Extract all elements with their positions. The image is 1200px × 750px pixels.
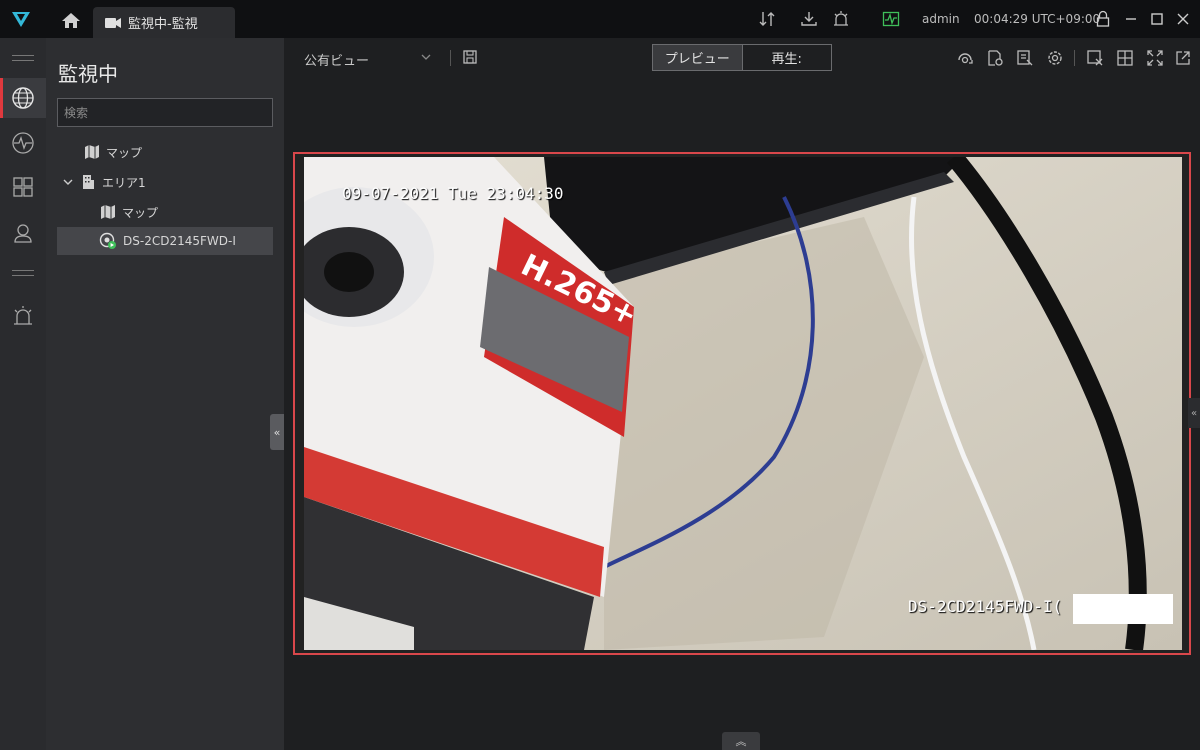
osd-datetime: 09-07-2021 Tue 23:04:30 — [342, 184, 564, 203]
camera-feed-image: H.265+ — [304, 157, 1182, 650]
ptz-icon[interactable] — [956, 49, 974, 67]
tab-playback[interactable]: 再生: — [743, 45, 832, 70]
tree-item-area[interactable]: エリア1 — [62, 168, 146, 196]
building-icon — [83, 175, 94, 189]
collapse-panel-button[interactable]: « — [270, 414, 284, 450]
window-split-icon[interactable] — [1116, 49, 1134, 67]
camera-online-icon — [99, 232, 116, 249]
view-select[interactable]: 公有ビュー — [304, 50, 369, 69]
transfer-icon[interactable] — [758, 10, 776, 28]
rail-separator — [12, 55, 34, 61]
redaction-box — [1073, 594, 1173, 624]
map-icon — [85, 145, 99, 159]
video-camera-icon — [105, 17, 121, 28]
app-logo-icon — [12, 12, 30, 27]
alarm-icon — [14, 306, 32, 325]
layout-icon — [13, 177, 33, 197]
home-icon[interactable] — [60, 11, 82, 29]
toolbar-divider — [450, 50, 451, 66]
osd-camera-name: DS-2CD2145FWD-I( — [908, 597, 1063, 616]
device-settings-icon[interactable] — [986, 49, 1004, 67]
video-window[interactable]: H.265+ 09-07-2021 Tue 23:04:30 DS-2CD214… — [293, 152, 1191, 655]
app-window: 監視中-監視 admin 00:04:29 UTC+09:00 監視中 検索 マ… — [0, 0, 1200, 750]
chevron-down-icon[interactable] — [62, 177, 74, 187]
lock-icon[interactable] — [1094, 10, 1112, 28]
nav-rail — [0, 38, 46, 750]
rail-item-layout[interactable] — [0, 167, 46, 207]
pulse-icon — [12, 132, 34, 154]
document-edit-icon[interactable] — [1016, 49, 1034, 67]
user-icon — [14, 224, 32, 243]
toolbar-divider — [1074, 50, 1075, 66]
tree-item-label: エリア1 — [102, 175, 146, 190]
maximize-icon[interactable] — [1148, 10, 1166, 28]
chevron-down-icon[interactable] — [420, 52, 432, 62]
tree-item-label: マップ — [106, 145, 143, 160]
rail-item-health[interactable] — [0, 123, 46, 163]
tab-preview[interactable]: プレビュー — [653, 45, 743, 70]
rail-separator — [12, 270, 34, 276]
external-window-icon[interactable] — [1174, 49, 1192, 67]
resource-panel: 監視中 マップ エリア1 — [46, 38, 284, 750]
rail-item-person[interactable] — [0, 213, 46, 253]
rail-item-alarm[interactable] — [0, 296, 46, 336]
expand-bottom-panel-button[interactable]: ︽ — [722, 732, 760, 750]
user-name[interactable]: admin — [922, 12, 960, 26]
tree-item-label: マップ — [122, 205, 159, 220]
rail-item-monitoring[interactable] — [0, 78, 46, 118]
tree-item-area-map[interactable]: マップ — [100, 198, 158, 226]
fullscreen-icon[interactable] — [1146, 49, 1164, 67]
tree-item-map[interactable]: マップ — [84, 138, 142, 166]
title-bar: 監視中-監視 admin 00:04:29 UTC+09:00 — [0, 0, 1200, 38]
tree-item-camera[interactable]: DS-2CD2145FWD-I — [57, 227, 273, 255]
close-icon[interactable] — [1174, 10, 1192, 28]
live-video[interactable]: H.265+ 09-07-2021 Tue 23:04:30 DS-2CD214… — [304, 157, 1182, 650]
close-all-windows-icon[interactable] — [1086, 49, 1104, 67]
download-icon[interactable] — [800, 10, 818, 28]
panel-title: 監視中 — [58, 62, 118, 86]
expand-right-panel-button[interactable]: « — [1188, 398, 1200, 428]
map-icon — [101, 205, 115, 219]
search-input[interactable] — [57, 98, 273, 127]
globe-icon — [12, 87, 34, 109]
minimize-icon[interactable] — [1122, 10, 1140, 28]
status-ok-icon[interactable] — [882, 10, 900, 28]
mode-toggle: プレビュー 再生: — [652, 44, 832, 71]
tab-label: 監視中-監視 — [128, 17, 198, 32]
save-icon[interactable] — [462, 49, 478, 65]
tree-item-label: DS-2CD2145FWD-I — [123, 234, 236, 248]
gear-icon[interactable] — [1046, 49, 1064, 67]
clock: 00:04:29 UTC+09:00 — [974, 12, 1101, 26]
alarm-icon[interactable] — [832, 10, 850, 28]
tab-monitoring[interactable]: 監視中-監視 — [93, 7, 235, 38]
main-view: 公有ビュー プレビュー 再生: H.265+ 09-07-2021 Tue 23… — [284, 38, 1200, 750]
